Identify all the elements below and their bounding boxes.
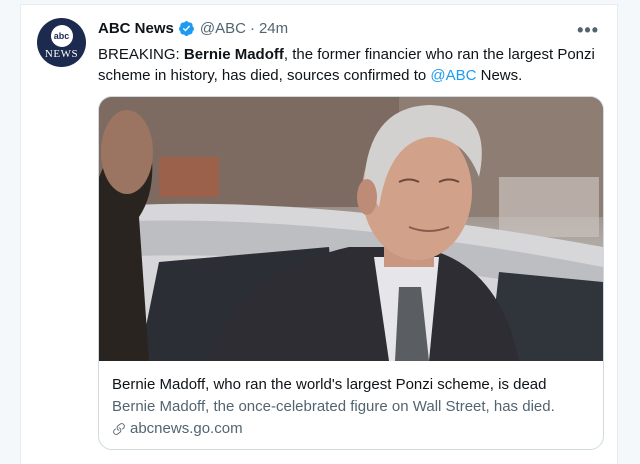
timestamp[interactable]: 24m xyxy=(259,20,288,37)
card-body[interactable]: Bernie Madoff, who ran the world's large… xyxy=(112,374,592,440)
verified-badge-icon xyxy=(178,21,194,36)
card-title[interactable]: Bernie Madoff, who ran the world's large… xyxy=(112,374,592,396)
photo-of-man-in-suit xyxy=(99,97,603,361)
avatar[interactable]: abc NEWS xyxy=(37,18,86,67)
separator-dot: · xyxy=(249,20,255,37)
card-domain[interactable]: abcnews.go.com xyxy=(112,418,592,440)
author-handle[interactable]: @ABC xyxy=(200,20,246,37)
tweet-header: ABC News @ABC · 24m xyxy=(98,20,288,37)
text-suffix: News. xyxy=(476,67,523,84)
card-description: Bernie Madoff, the once-celebrated figur… xyxy=(112,398,555,415)
link-icon xyxy=(113,423,125,435)
card-photo[interactable] xyxy=(99,97,603,361)
more-options-icon[interactable]: ••• xyxy=(577,20,599,41)
author-name[interactable]: ABC News xyxy=(98,20,174,37)
news-logo-text: NEWS xyxy=(44,48,79,60)
tweet[interactable]: abc NEWS ABC News @ABC · 24m ••• BREAKIN… xyxy=(20,4,618,464)
text-prefix: BREAKING: xyxy=(98,46,184,63)
tweet-text: BREAKING: Bernie Madoff, the former fina… xyxy=(98,44,608,86)
mention-link[interactable]: @ABC xyxy=(430,67,476,84)
card-domain-text[interactable]: abcnews.go.com xyxy=(130,418,243,440)
abc-logo: abc xyxy=(50,25,73,47)
text-bold-name: Bernie Madoff xyxy=(183,46,284,63)
link-preview-card[interactable]: Bernie Madoff, who ran the world's large… xyxy=(98,96,604,450)
